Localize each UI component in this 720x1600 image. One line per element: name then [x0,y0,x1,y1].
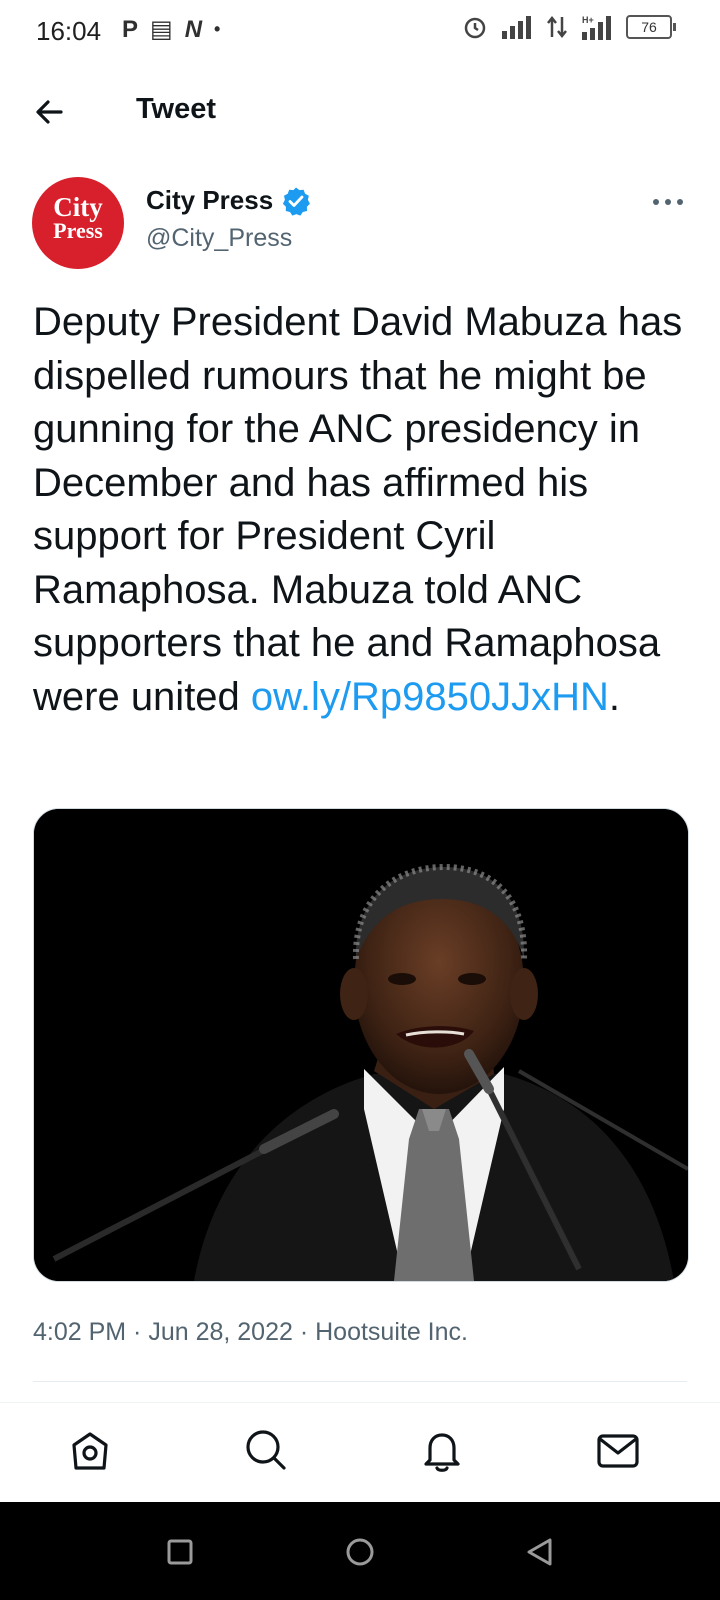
notification-dot-icon: • [214,19,221,39]
messages-icon[interactable] [594,1426,642,1474]
notification-icon: P [122,15,139,43]
bottom-navigation [0,1402,720,1503]
photo-speaker-illustration [34,809,688,1281]
status-time: 16:04 [36,16,102,46]
recents-icon[interactable] [164,1536,196,1568]
author-handle[interactable]: @City_Press [146,224,292,253]
notification-icon: ▤ [150,16,173,43]
status-bar: 16:04 P ▤ N • H+ 76 [0,0,720,64]
author-name-row[interactable]: City Press [146,185,311,216]
verified-badge-icon [283,187,311,216]
home-icon[interactable] [66,1426,114,1474]
system-status-icons: H+ 76 [462,14,676,40]
divider [33,1381,687,1382]
tweet-text-end: . [608,674,620,719]
battery-icon: 76 [626,15,676,39]
notifications-icon[interactable] [418,1426,466,1474]
signal-icon [502,16,531,39]
tweet-photo[interactable] [33,808,689,1282]
search-icon[interactable] [242,1426,290,1474]
system-navigation-bar [0,1502,720,1600]
tweet-body: Deputy President David Mabuza has dispel… [33,300,683,719]
signal-hplus-icon: H+ [582,15,611,40]
back-arrow-icon[interactable] [30,92,70,132]
notification-icon: N [184,15,203,43]
back-triangle-icon[interactable] [524,1536,556,1568]
notification-icons: P ▤ N • [122,15,220,44]
tweet-link[interactable]: ow.ly/Rp9850JJxHN [251,675,609,719]
page-title: Tweet [136,93,217,125]
svg-text:H+: H+ [582,15,594,25]
home-circle-icon[interactable] [344,1536,376,1568]
tweet-text: Deputy President David Mabuza has dispel… [33,296,693,724]
author-name[interactable]: City Press [146,185,273,216]
data-transfer-icon [547,15,567,39]
tweet-timestamp-source: 4:02 PM · Jun 28, 2022 · Hootsuite Inc. [33,1318,468,1346]
avatar-logo-line2: Press [53,218,103,243]
avatar-logo-line1: City [53,192,103,222]
alarm-icon [464,17,486,39]
avatar[interactable]: City Press [32,177,124,269]
top-bar: Tweet [0,80,720,144]
more-options-icon[interactable] [650,190,686,214]
